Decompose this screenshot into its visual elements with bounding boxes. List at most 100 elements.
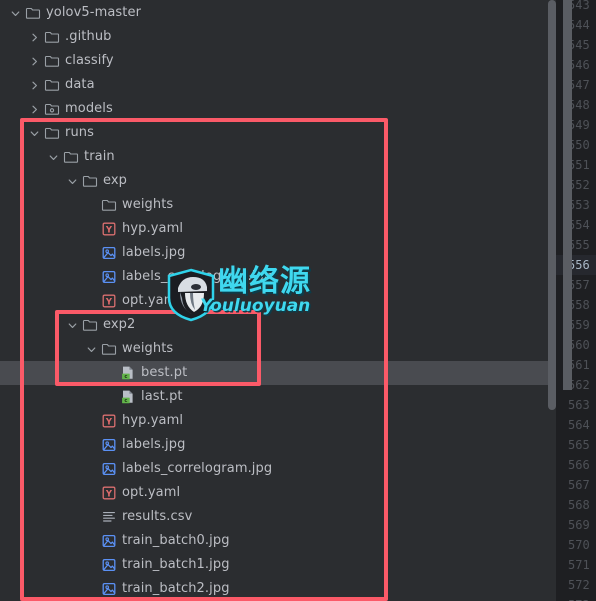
gutter-line-number: 548 bbox=[568, 98, 590, 112]
image-file-icon bbox=[101, 581, 117, 597]
tree-item-label: train bbox=[84, 149, 115, 164]
folder-icon bbox=[44, 125, 60, 141]
tree-item-label: .github bbox=[65, 29, 112, 44]
tree-row[interactable]: runs bbox=[0, 121, 556, 145]
tree-item-label: exp bbox=[103, 173, 128, 188]
csv-file-icon bbox=[101, 509, 117, 525]
tree-row[interactable]: weights bbox=[0, 337, 556, 361]
tree-vertical-scrollbar[interactable] bbox=[548, 0, 556, 410]
tree-item-label: best.pt bbox=[141, 365, 188, 380]
chevron-down-icon[interactable] bbox=[67, 176, 78, 187]
folder-icon bbox=[82, 173, 98, 189]
tree-row[interactable]: labels_correlogram.jpg bbox=[0, 457, 556, 481]
gutter-line-number: 560 bbox=[568, 338, 590, 352]
tree-item-label: labels_correlogram.jpg bbox=[122, 269, 273, 284]
tree-row[interactable]: exp2 bbox=[0, 313, 556, 337]
folder-icon bbox=[44, 29, 60, 45]
tree-row[interactable]: yolov5-master bbox=[0, 1, 556, 25]
tree-row[interactable]: Yopt.yaml bbox=[0, 481, 556, 505]
gutter-line-number: 561 bbox=[568, 358, 590, 372]
gutter-line-number: 552 bbox=[568, 178, 590, 192]
gutter-line-number: 562 bbox=[568, 378, 590, 392]
tree-row[interactable]: train bbox=[0, 145, 556, 169]
tree-item-label: hyp.yaml bbox=[122, 221, 184, 236]
gutter-line-number: 571 bbox=[568, 558, 590, 572]
gutter-line-number: 566 bbox=[568, 458, 590, 472]
svg-text:c: c bbox=[124, 374, 127, 380]
tree-row[interactable]: labels.jpg bbox=[0, 433, 556, 457]
folder-icon bbox=[82, 317, 98, 333]
gutter-line-number: 570 bbox=[568, 538, 590, 552]
gutter-line-number: 554 bbox=[568, 218, 590, 232]
gutter-line-number: 547 bbox=[568, 78, 590, 92]
chevron-down-icon[interactable] bbox=[86, 344, 97, 355]
tree-row[interactable]: exp bbox=[0, 169, 556, 193]
tree-row[interactable]: labels_correlogram.jpg bbox=[0, 265, 556, 289]
tree-row[interactable]: labels.jpg bbox=[0, 241, 556, 265]
tree-row[interactable]: c last.pt bbox=[0, 385, 556, 409]
tree-item-label: labels.jpg bbox=[122, 245, 186, 260]
chevron-right-icon[interactable] bbox=[29, 80, 40, 91]
tree-item-label: weights bbox=[122, 197, 174, 212]
tree-item-label: exp2 bbox=[103, 317, 136, 332]
chevron-down-icon[interactable] bbox=[10, 8, 21, 19]
tree-item-label: runs bbox=[65, 125, 94, 140]
gutter-line-number: 551 bbox=[568, 158, 590, 172]
tree-row[interactable]: train_batch1.jpg bbox=[0, 553, 556, 577]
editor-vertical-scrollbar[interactable] bbox=[563, 0, 572, 390]
image-file-icon bbox=[101, 437, 117, 453]
tree-row[interactable]: Yhyp.yaml bbox=[0, 409, 556, 433]
gutter-line-number: 546 bbox=[568, 58, 590, 72]
tree-row[interactable]: data bbox=[0, 73, 556, 97]
tree-row[interactable]: train_batch2.jpg bbox=[0, 577, 556, 601]
tree-row[interactable]: Yhyp.yaml bbox=[0, 217, 556, 241]
tree-item-label: weights bbox=[122, 341, 174, 356]
yaml-file-icon: Y bbox=[101, 221, 117, 237]
tree-item-label: train_batch2.jpg bbox=[122, 581, 230, 596]
tree-row[interactable]: weights bbox=[0, 193, 556, 217]
gutter-line-number: 559 bbox=[568, 318, 590, 332]
tree-item-label: results.csv bbox=[122, 509, 193, 524]
chevron-down-icon[interactable] bbox=[48, 152, 59, 163]
gutter-line-number: 568 bbox=[568, 498, 590, 512]
tree-row[interactable]: .github bbox=[0, 25, 556, 49]
project-tree-pane[interactable]: yolov5-master .github classify data models ru… bbox=[0, 0, 556, 601]
tree-item-label: labels_correlogram.jpg bbox=[122, 461, 273, 476]
gutter-line-number: 550 bbox=[568, 138, 590, 152]
tree-item-label: train_batch1.jpg bbox=[122, 557, 230, 572]
gutter-line-number: 556 bbox=[556, 255, 596, 275]
pt-file-icon: c bbox=[120, 365, 136, 381]
gutter-line-number: 545 bbox=[568, 38, 590, 52]
gutter-line-number: 557 bbox=[568, 278, 590, 292]
yaml-file-icon: Y bbox=[101, 413, 117, 429]
folder-icon bbox=[44, 77, 60, 93]
chevron-right-icon[interactable] bbox=[29, 104, 40, 115]
tree-row[interactable]: classify bbox=[0, 49, 556, 73]
tree-item-label: train_batch0.jpg bbox=[122, 533, 230, 548]
tree-item-label: opt.yaml bbox=[122, 485, 181, 500]
svg-text:c: c bbox=[124, 398, 127, 404]
tree-row[interactable]: Yopt.yaml bbox=[0, 289, 556, 313]
image-file-icon bbox=[101, 461, 117, 477]
file-explorer-screenshot: yolov5-master .github classify data models ru… bbox=[0, 0, 596, 601]
source-folder-icon bbox=[44, 101, 60, 117]
tree-row[interactable]: train_batch0.jpg bbox=[0, 529, 556, 553]
folder-icon bbox=[44, 53, 60, 69]
tree-item-label: opt.yaml bbox=[122, 293, 181, 308]
gutter-line-number: 565 bbox=[568, 438, 590, 452]
yaml-file-icon: Y bbox=[101, 485, 117, 501]
chevron-down-icon[interactable] bbox=[67, 320, 78, 331]
gutter-line-number: 558 bbox=[568, 298, 590, 312]
gutter-line-number: 569 bbox=[568, 518, 590, 532]
chevron-down-icon[interactable] bbox=[29, 128, 40, 139]
chevron-right-icon[interactable] bbox=[29, 32, 40, 43]
editor-gutter-pane: 543 544 545 546 547 548 549 550 551 552 553 554 555 5… bbox=[556, 0, 596, 601]
tree-row[interactable]: models bbox=[0, 97, 556, 121]
tree-row[interactable]: c best.pt bbox=[0, 361, 556, 385]
svg-text:Y: Y bbox=[105, 225, 113, 235]
tree-row[interactable]: results.csv bbox=[0, 505, 556, 529]
gutter-line-number: 564 bbox=[568, 418, 590, 432]
folder-icon bbox=[101, 341, 117, 357]
chevron-right-icon[interactable] bbox=[29, 56, 40, 67]
svg-text:Y: Y bbox=[105, 417, 113, 427]
